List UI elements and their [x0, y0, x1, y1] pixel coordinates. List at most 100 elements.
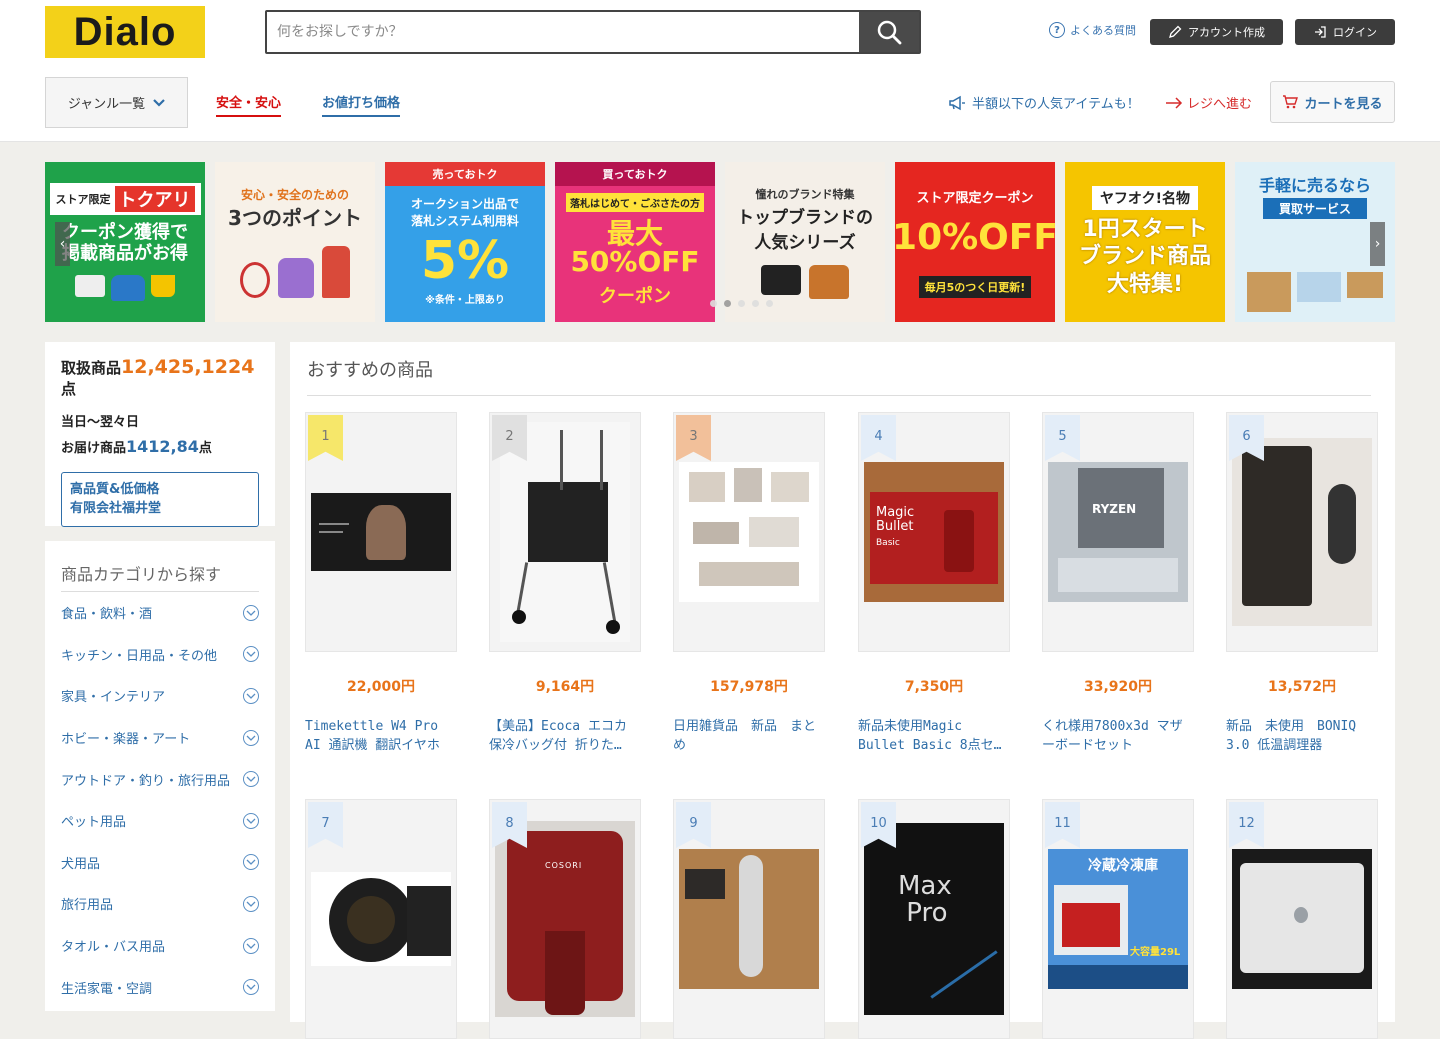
product-image[interactable]: Max Pro 10 [858, 799, 1010, 1039]
search-button[interactable] [859, 12, 919, 52]
category-item[interactable]: キッチン・日用品・その他 [61, 634, 259, 676]
product-image[interactable]: COSORI 8 [489, 799, 641, 1039]
product-image[interactable]: 1 [305, 412, 457, 652]
category-label: 家具・インテリア [61, 690, 166, 706]
tab-bargain[interactable]: お値打ち価格 [322, 92, 401, 117]
category-item[interactable]: 生活家電・空調 [61, 966, 259, 1008]
product-image[interactable]: 7 [305, 799, 457, 1039]
product-card[interactable]: 7 [305, 799, 457, 1039]
category-item[interactable]: 犬用品 [61, 842, 259, 884]
product-image[interactable]: 12 [1226, 799, 1378, 1039]
product-card[interactable]: 冷蔵冷凍庫 大容量29L 11 [1042, 799, 1194, 1039]
chevron-down-icon[interactable] [243, 604, 259, 621]
products-title: おすすめの商品 [307, 360, 433, 381]
chevron-down-icon[interactable] [243, 687, 259, 704]
category-item[interactable]: アウトドア・釣り・旅行用品 [61, 758, 259, 800]
category-item[interactable]: 旅行用品 [61, 883, 259, 925]
rank-badge: 11 [1045, 802, 1080, 848]
carousel-dot[interactable] [766, 300, 773, 307]
search-input[interactable] [267, 12, 859, 52]
site-logo[interactable]: Dialo [45, 6, 205, 58]
product-card[interactable]: COSORI 8 [489, 799, 641, 1039]
product-card[interactable]: Magic Bullet Basic 4 7,350円 新品未使用Magic Bullet… [858, 412, 1010, 756]
chevron-down-icon[interactable] [243, 729, 259, 746]
divider [307, 395, 1371, 396]
carousel-next-button[interactable]: › [1370, 222, 1385, 266]
banner-safety-points[interactable]: 安心・安全のための 3つのポイント [215, 162, 375, 322]
category-label: ホビー・楽器・アート [61, 732, 191, 748]
product-image[interactable]: Magic Bullet Basic 4 [858, 412, 1010, 652]
product-image[interactable]: 9 [673, 799, 825, 1039]
delivery-items: 当日〜翌々日 お届け商品1412,84点 [61, 413, 259, 460]
genre-dropdown[interactable]: ジャンル一覧 [45, 77, 188, 128]
carousel-dot[interactable] [738, 300, 745, 307]
product-name[interactable]: 新品未使用Magic Bullet Basic 8点セ… [858, 718, 1010, 756]
product-image[interactable]: 2 [489, 412, 641, 652]
banner-one-yen[interactable]: ヤフオク!名物 1円スタート ブランド商品 大特集! [1065, 162, 1225, 322]
banner-buy-deal[interactable]: 買っておトク 落札はじめて・ごぶさたの方 最大50%OFF クーポン [555, 162, 715, 322]
chevron-down-icon[interactable] [243, 979, 259, 996]
product-name[interactable]: Timekettle W4 Pro AI 通訳機 翻訳イヤホン… [305, 718, 457, 756]
product-card[interactable]: 6 13,572円 新品 未使用 BONIQ 3.0 低温調理器 [1226, 412, 1378, 756]
product-image[interactable]: RYZEN 5 [1042, 412, 1194, 652]
promo-link[interactable]: 半額以下の人気アイテムも！ [948, 93, 1140, 112]
shop-link[interactable]: 高品質&低価格 有限会社福井堂 [61, 471, 259, 527]
rank-badge: 1 [308, 415, 343, 461]
tab-safety[interactable]: 安全・安心 [216, 92, 282, 117]
banner-big-number: 5% [420, 231, 510, 292]
carousel-dot[interactable] [752, 300, 759, 307]
chevron-down-icon[interactable] [243, 937, 259, 954]
cart-button[interactable]: カートを見る [1270, 81, 1395, 123]
chevron-down-icon[interactable] [243, 854, 259, 871]
product-name[interactable]: 日用雑貨品 新品 まとめ [673, 718, 825, 756]
product-card[interactable]: RYZEN 5 33,920円 くれ様用7800x3d マザーボードセット [1042, 412, 1194, 756]
chevron-down-icon[interactable] [243, 812, 259, 829]
category-item[interactable]: 家具・インテリア [61, 675, 259, 717]
product-card[interactable]: 9 [673, 799, 825, 1039]
delivery-label-1: 当日〜翌々日 [61, 415, 140, 430]
chevron-down-icon[interactable] [243, 771, 259, 788]
faq-link[interactable]: ? よくある質問 [1049, 22, 1136, 38]
chevron-down-icon[interactable] [243, 646, 259, 663]
category-item[interactable]: ペット用品 [61, 800, 259, 842]
product-name[interactable]: 新品 未使用 BONIQ 3.0 低温調理器 [1226, 718, 1378, 756]
create-account-button[interactable]: アカウント作成 [1150, 19, 1283, 45]
carousel-dot-active[interactable] [724, 300, 731, 307]
product-name[interactable]: くれ様用7800x3d マザーボードセット [1042, 718, 1194, 756]
product-card[interactable]: 2 9,164円 【美品】Ecoca エコカ 保冷バッグ付 折りた… [489, 412, 641, 756]
chevron-down-icon [153, 98, 165, 107]
banner-title: オークション出品で 落札システム利用料 [410, 196, 519, 228]
product-card[interactable]: 3 157,978円 日用雑貨品 新品 まとめ [673, 412, 825, 756]
banner-sell-deal[interactable]: 売っておトク オークション出品で 落札システム利用料 5% ※条件・上限あり [385, 162, 545, 322]
recommended-products: おすすめの商品 1 22,000円 Timekettle W4 Pro AI 通訳機… [290, 342, 1395, 1039]
product-card[interactable]: Max Pro 10 [858, 799, 1010, 1039]
chevron-down-icon[interactable] [243, 895, 259, 912]
carousel-prev-button[interactable]: ‹ [55, 222, 70, 266]
category-item[interactable]: ホビー・楽器・アート [61, 717, 259, 759]
banner-coupon-10[interactable]: ストア限定クーポン 10%OFF 毎月5のつく日更新! [895, 162, 1055, 322]
banner-big-number: 10%OFF [895, 216, 1055, 258]
carousel-dots [710, 300, 773, 307]
category-item[interactable]: タオル・バス用品 [61, 925, 259, 967]
category-item[interactable]: 食品・飲料・酒 [61, 592, 259, 634]
checkout-link[interactable]: レジへ進む [1165, 93, 1252, 112]
product-card[interactable]: 12 [1226, 799, 1378, 1039]
banner-title: 買取サービス [1262, 198, 1367, 219]
search-icon [877, 20, 902, 45]
carousel-dot[interactable] [710, 300, 717, 307]
banner-title: 1円スタート ブランド商品 大特集! [1078, 216, 1211, 297]
banner-top-brands[interactable]: 憧れのブランド特集 トップブランドの 人気シリーズ [725, 162, 885, 322]
login-button[interactable]: ログイン [1295, 19, 1395, 45]
product-card[interactable]: 1 22,000円 Timekettle W4 Pro AI 通訳機 翻訳イヤホン… [305, 412, 457, 756]
category-panel: 商品カテゴリから探す 食品・飲料・酒 キッチン・日用品・その他 家具・インテリア ホビ… [45, 541, 275, 1011]
product-image[interactable]: 3 [673, 412, 825, 652]
product-image[interactable]: 6 [1226, 412, 1378, 652]
rank-badge: 9 [676, 802, 711, 848]
banner-carousel: ストア限定 トクアリ クーポン獲得で 掲載商品がお得 安心・安全のための 3つの… [45, 162, 1395, 322]
product-price: 22,000円 [346, 679, 416, 695]
product-image[interactable]: 冷蔵冷凍庫 大容量29L 11 [1042, 799, 1194, 1039]
banner-title: 落札はじめて・ごぶさたの方 [566, 192, 704, 212]
chevron-left-icon: ‹ [59, 236, 66, 252]
faq-label: よくある質問 [1070, 24, 1136, 37]
product-name[interactable]: 【美品】Ecoca エコカ 保冷バッグ付 折りた… [489, 718, 641, 756]
